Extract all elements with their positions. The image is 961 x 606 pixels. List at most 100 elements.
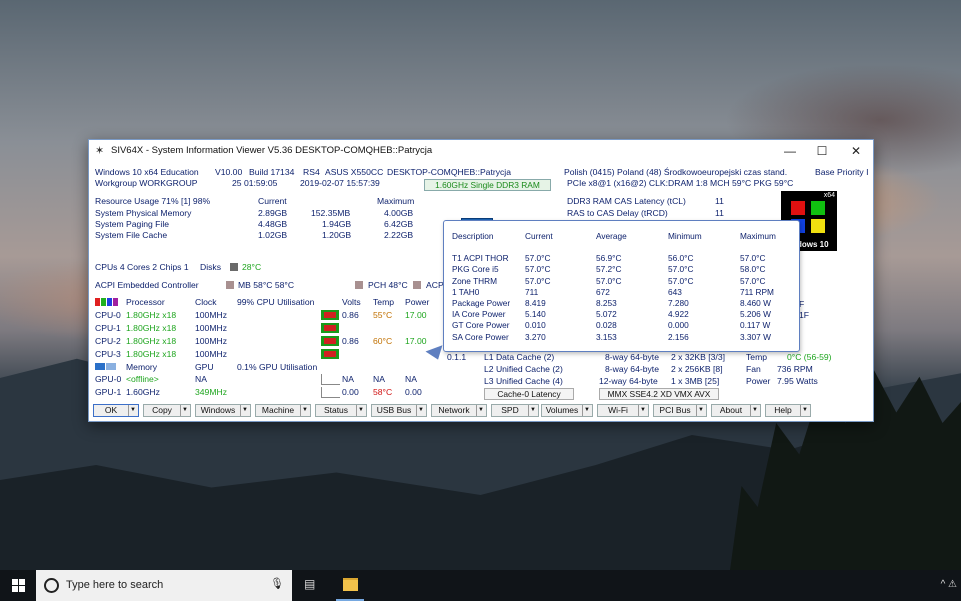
mem-row-mid: 1.20GB (322, 230, 352, 240)
cpu-row-clock: 100MHz (195, 349, 227, 359)
dropdown-arrow-icon[interactable]: ▼ (476, 405, 485, 416)
cache-latency-button[interactable]: Cache-0 Latency (484, 388, 574, 400)
cpu-row-clock: 100MHz (195, 310, 227, 320)
gpu-usage-graph (321, 374, 340, 385)
tooltip-cell: 57.0°C (740, 253, 766, 264)
windows-start-icon[interactable] (0, 570, 36, 601)
tooltip-cell: 8.253 (596, 298, 617, 309)
tooltip-cell: IA Core Power (452, 309, 506, 320)
dropdown-arrow-icon[interactable]: ▼ (300, 405, 309, 416)
ok-label: OK (104, 405, 118, 415)
siv-app-icon[interactable]: ✶ (95, 145, 107, 157)
wifi-button[interactable]: Wi-Fi ▼ (597, 404, 649, 417)
tray-overflow-icon[interactable]: ^ ⚠ (941, 579, 957, 590)
tooltip-cell: 3.270 (525, 331, 546, 342)
dropdown-arrow-icon[interactable]: ▼ (528, 405, 537, 416)
cortana-icon[interactable] (44, 578, 59, 593)
logo-yellow-square (811, 219, 825, 233)
spd-button[interactable]: SPD ▼ (491, 404, 539, 417)
tooltip-cell: 57.0°C (525, 264, 551, 275)
tooltip-cell: 4.922 (668, 309, 689, 320)
dropdown-arrow-icon[interactable]: ▼ (750, 405, 759, 416)
tooltip-header: Maximum (740, 231, 776, 241)
mb-temp: MB 58°C 58°C (238, 280, 295, 290)
gpu-color-icon (95, 363, 105, 370)
volumes-button[interactable]: Volumes ▼ (541, 404, 593, 417)
cpu-usage-graph (321, 349, 339, 359)
file-explorer-taskbar-button[interactable] (336, 572, 364, 601)
minimize-button[interactable]: — (773, 140, 807, 162)
cpu-row-temp: 55°C (373, 310, 393, 320)
pcie-info: PCIe x8@1 (x16@2) CLK:DRAM 1:8 MCH 59°C … (567, 178, 794, 188)
tooltip-cell: T1 ACPI THOR (452, 253, 509, 264)
tooltip-cell: GT Core Power (452, 320, 510, 331)
tooltip-cell: 0.117 W (740, 320, 771, 331)
cpu-row-freq: 1.80GHz x18 (126, 349, 177, 359)
maximize-button[interactable]: ☐ (805, 140, 839, 162)
ram-badge[interactable]: 1.60GHz Single DDR3 RAM (424, 179, 551, 191)
microphone-icon[interactable]: 🎙 (270, 577, 284, 590)
clock-header: Clock (195, 297, 217, 307)
tooltip-cell: PKG Core i5 (452, 264, 499, 275)
cache-label: L2 Unified Cache (2) (484, 364, 563, 374)
close-button[interactable]: ✕ (839, 140, 873, 162)
gpu-row-name: GPU-1 (95, 387, 122, 397)
task-view-icon[interactable]: ▤ (304, 577, 318, 591)
about-button[interactable]: About ▼ (711, 404, 761, 417)
dropdown-arrow-icon[interactable]: ▼ (638, 405, 647, 416)
folder-icon (343, 578, 358, 591)
dropdown-arrow-icon[interactable]: ▼ (128, 405, 137, 416)
network-button[interactable]: Network ▼ (431, 404, 487, 417)
help-button[interactable]: Help ▼ (765, 404, 811, 417)
machine-button[interactable]: Machine ▼ (255, 404, 311, 417)
tooltip-cell: 3.153 (596, 331, 617, 342)
dropdown-arrow-icon[interactable]: ▼ (180, 405, 189, 416)
ok-button[interactable]: OK ▼ (93, 404, 139, 417)
pci-bus-button[interactable]: PCI Bus ▼ (653, 404, 707, 417)
tooltip-cell: 57.0°C (668, 275, 694, 286)
tooltip-cell: 57.0°C (596, 275, 622, 286)
tooltip-col-average: Average 56.9°C 57.2°C 57.0°C 672 8.253 5… (596, 231, 627, 343)
disk-status-icon (230, 263, 238, 271)
siv-content: Windows 10 x64 Education V10.00 Build 17… (89, 162, 873, 421)
tooltip-cell: 8.419 (525, 298, 546, 309)
dropdown-arrow-icon[interactable]: ▼ (582, 405, 591, 416)
gpu-row-power: NA (405, 374, 417, 384)
tooltip-cell: 3.307 W (740, 331, 771, 342)
tooltip-cell: 711 RPM (740, 286, 774, 297)
mem-row-label: System File Cache (95, 230, 168, 240)
search-placeholder[interactable]: Type here to search (66, 579, 163, 591)
dropdown-arrow-icon[interactable]: ▼ (240, 405, 249, 416)
cpu-row-name: CPU-1 (95, 323, 121, 333)
tooltip-cell: 8.460 W (740, 298, 771, 309)
pci-bus-label: PCI Bus (659, 405, 691, 415)
dropdown-arrow-icon[interactable]: ▼ (356, 405, 365, 416)
usb-bus-button[interactable]: USB Bus ▼ (371, 404, 427, 417)
isa-features: MMX SSE4.2 XD VMX AVX (599, 388, 719, 400)
start-button[interactable] (0, 570, 36, 601)
copy-button[interactable]: Copy ▼ (143, 404, 191, 417)
status-button[interactable]: Status ▼ (315, 404, 367, 417)
windows-button[interactable]: Windows ▼ (195, 404, 251, 417)
cpu-row-freq: 1.80GHz x18 (126, 323, 177, 333)
cache-size: 2 x 256KB [8] (671, 364, 723, 374)
tooltip-header: Description (452, 231, 494, 241)
title-bar[interactable]: ✶ SIV64X - System Information Viewer V5.… (89, 140, 873, 162)
tooltip-col-maximum: Maximum 57.0°C 58.0°C 57.0°C 711 RPM 8.4… (740, 231, 776, 343)
machine-label: Machine (261, 405, 295, 415)
cpu-row-volts: 0.86 (342, 310, 359, 320)
taskbar-search-box[interactable]: Type here to search 🎙 (36, 570, 292, 601)
dropdown-arrow-icon[interactable]: ▼ (800, 405, 809, 416)
tooltip-col-description: Description T1 ACPI THOR PKG Core i5 Zon… (452, 231, 510, 343)
dropdown-arrow-icon[interactable]: ▼ (416, 405, 425, 416)
mem-row-mid: 1.94GB (322, 219, 352, 229)
mem-row-mid: 152.35MB (311, 208, 351, 218)
sensor-fragment: 1F (799, 310, 810, 320)
cpu-row-name: CPU-2 (95, 336, 121, 346)
mem-maximum-header: Maximum (377, 196, 415, 206)
gpu-row-temp: 58°C (373, 387, 393, 397)
cpu-color-icon (95, 298, 100, 306)
dropdown-arrow-icon[interactable]: ▼ (696, 405, 705, 416)
spd-label: SPD (501, 405, 519, 415)
disks-label[interactable]: Disks (200, 262, 221, 273)
